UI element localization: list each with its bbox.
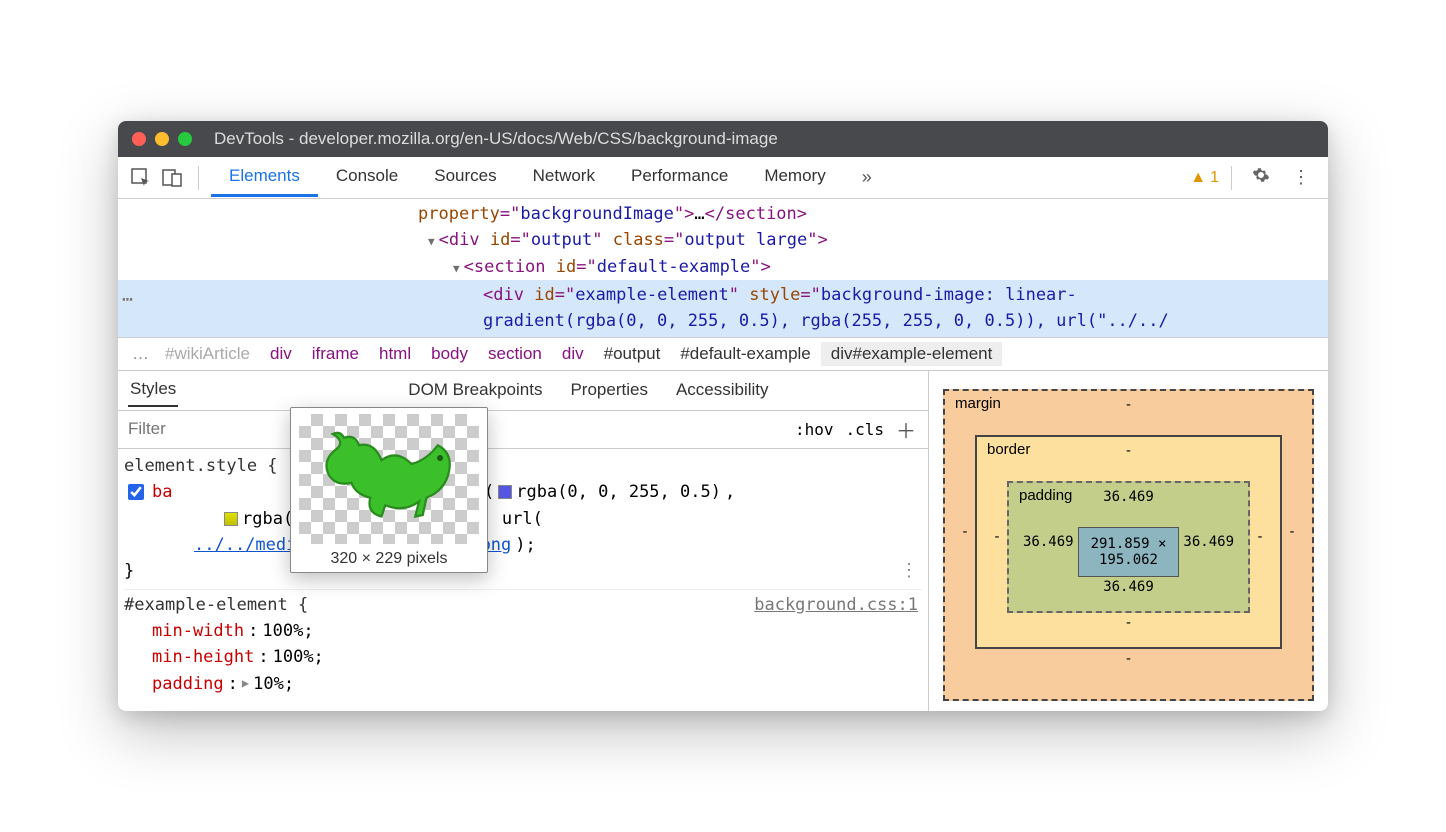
subtab-dom-breakpoints[interactable]: DOM Breakpoints	[406, 374, 544, 406]
tab-memory[interactable]: Memory	[746, 158, 843, 197]
breadcrumb-item[interactable]: body	[421, 342, 478, 366]
checker-background	[299, 414, 479, 544]
warnings-badge[interactable]: ▲ 1	[1190, 169, 1219, 187]
more-tabs-icon[interactable]: »	[856, 167, 878, 188]
tab-console[interactable]: Console	[318, 158, 416, 197]
warning-icon: ▲	[1190, 169, 1206, 187]
source-link[interactable]: background.css:1	[754, 592, 918, 618]
expand-shorthand-icon[interactable]: ▶	[242, 674, 249, 693]
prop-name[interactable]: min-height	[152, 644, 254, 670]
inspect-icon[interactable]	[128, 165, 154, 191]
box-model-margin[interactable]: margin - - border - - padding 36.469	[943, 389, 1314, 701]
styles-subtabs: Styles DOM Breakpoints Properties Access…	[118, 371, 928, 411]
image-dimensions-label: 320 × 229 pixels	[331, 550, 448, 568]
rule-close: }	[124, 558, 922, 584]
margin-left[interactable]: -	[959, 524, 971, 540]
padding-right[interactable]: 36.469	[1183, 534, 1234, 550]
close-window-icon[interactable]	[132, 132, 146, 146]
color-value[interactable]: rgba(0, 0, 255, 0.5)	[516, 479, 721, 505]
gear-icon[interactable]	[1244, 166, 1278, 189]
prop-value[interactable]: 100%;	[273, 644, 324, 670]
color-swatch-icon[interactable]	[498, 485, 512, 499]
attr-name: property	[418, 204, 500, 224]
margin-top[interactable]: -	[959, 395, 1298, 415]
window-titlebar: DevTools - developer.mozilla.org/en-US/d…	[118, 121, 1328, 157]
padding-left[interactable]: 36.469	[1023, 534, 1074, 550]
prop-name[interactable]: min-width	[152, 618, 244, 644]
subtab-styles[interactable]: Styles	[128, 373, 178, 407]
selected-element-row[interactable]: <div id="example-element" style="backgro…	[118, 280, 1328, 337]
styles-panel[interactable]: element.style { ba linear-gradient( rgba…	[118, 449, 928, 711]
prop-value[interactable]: 10%;	[253, 671, 294, 697]
color-swatch-icon[interactable]	[224, 512, 238, 526]
tab-elements[interactable]: Elements	[211, 158, 318, 197]
border-left[interactable]: -	[991, 529, 1003, 545]
breadcrumb-item[interactable]: iframe	[302, 342, 369, 366]
padding-bottom[interactable]: 36.469	[1023, 577, 1234, 597]
warnings-count: 1	[1210, 169, 1219, 187]
elements-tree[interactable]: property="backgroundImage">…</section> <…	[118, 199, 1328, 337]
rule-menu-icon[interactable]: ⋮	[900, 557, 918, 585]
box-model-padding[interactable]: padding 36.469 36.469 291.859 × 195.062 …	[1007, 481, 1250, 613]
prop-toggle-checkbox[interactable]	[128, 484, 144, 500]
breadcrumb-overflow[interactable]: …	[126, 344, 155, 364]
window-title: DevTools - developer.mozilla.org/en-US/d…	[214, 129, 778, 149]
box-model-panel: margin - - border - - padding 36.469	[928, 371, 1328, 711]
tab-performance[interactable]: Performance	[613, 158, 746, 197]
rule-selector[interactable]: element.style {	[124, 453, 922, 479]
hov-toggle[interactable]: :hov	[795, 420, 834, 439]
main-toolbar: Elements Console Sources Network Perform…	[118, 157, 1328, 199]
margin-right[interactable]: -	[1286, 524, 1298, 540]
breadcrumb-item[interactable]: div	[260, 342, 302, 366]
lizard-icon	[314, 424, 464, 534]
breadcrumb[interactable]: … #wikiArticle div iframe html body sect…	[118, 337, 1328, 371]
breadcrumb-item[interactable]: html	[369, 342, 421, 366]
image-preview-tooltip: 320 × 229 pixels	[290, 407, 488, 573]
subtab-accessibility[interactable]: Accessibility	[674, 374, 771, 406]
breadcrumb-item[interactable]: #default-example	[670, 342, 820, 366]
breadcrumb-item[interactable]: #output	[594, 342, 671, 366]
breadcrumb-selected[interactable]: div#example-element	[821, 342, 1003, 366]
prop-name[interactable]: padding	[152, 671, 224, 697]
border-top[interactable]: -	[991, 441, 1266, 461]
breadcrumb-item[interactable]: div	[552, 342, 594, 366]
tab-network[interactable]: Network	[515, 158, 613, 197]
new-rule-icon[interactable]: ＋	[896, 415, 916, 444]
subtab-properties[interactable]: Properties	[568, 374, 649, 406]
cls-toggle[interactable]: .cls	[845, 420, 884, 439]
border-right[interactable]: -	[1254, 529, 1266, 545]
attr-value: backgroundImage	[520, 204, 674, 224]
kebab-menu-icon[interactable]: ⋮	[1284, 167, 1318, 188]
tab-sources[interactable]: Sources	[416, 158, 514, 197]
margin-bottom[interactable]: -	[959, 649, 1298, 669]
border-bottom[interactable]: -	[991, 613, 1266, 633]
tag-close: section	[725, 204, 797, 224]
prop-value[interactable]: 100%;	[262, 618, 313, 644]
traffic-lights	[132, 132, 192, 146]
prop-name[interactable]: ba	[152, 479, 172, 505]
maximize-window-icon[interactable]	[178, 132, 192, 146]
device-toggle-icon[interactable]	[160, 165, 186, 191]
minimize-window-icon[interactable]	[155, 132, 169, 146]
panel-tabs: Elements Console Sources Network Perform…	[211, 158, 844, 197]
breadcrumb-item[interactable]: section	[478, 342, 552, 366]
tag-div: div	[449, 230, 480, 250]
content-dimensions[interactable]: 291.859 × 195.062	[1078, 527, 1180, 577]
box-model-border[interactable]: border - - padding 36.469 36.469 291.859…	[975, 435, 1282, 649]
breadcrumb-item[interactable]: #wikiArticle	[155, 342, 260, 366]
tag-section: section	[474, 257, 546, 277]
